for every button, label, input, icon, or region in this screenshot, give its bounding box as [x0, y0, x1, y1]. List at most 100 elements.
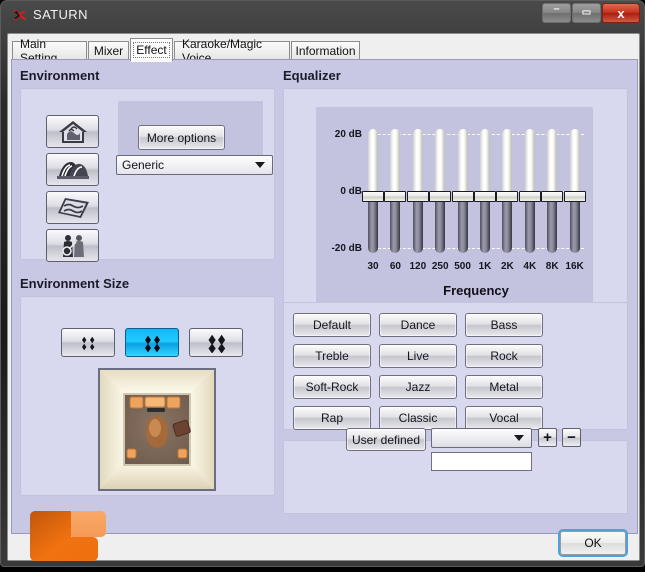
- eq-slider-16K[interactable]: [563, 129, 586, 253]
- size-large-icon: [208, 334, 226, 353]
- eq-slider-track-upper: [412, 129, 423, 196]
- tab-information[interactable]: Information: [291, 41, 360, 60]
- size-small-icon: [82, 336, 95, 350]
- eq-slider-thumb[interactable]: [451, 190, 474, 202]
- eq-slider-8K[interactable]: [541, 129, 564, 253]
- eq-slider-track-upper: [368, 129, 378, 196]
- eq-slider-track-upper: [435, 129, 446, 196]
- tab-strip: Main Setting Mixer Effect Karaoke/Magic Voi…: [11, 37, 638, 65]
- preset-button-default[interactable]: Default: [293, 313, 371, 337]
- preset-button-rap[interactable]: Rap: [293, 406, 371, 430]
- preset-button-treble[interactable]: Treble: [293, 344, 371, 368]
- remove-preset-button[interactable]: −: [562, 428, 581, 447]
- environment-size-small[interactable]: [61, 328, 115, 357]
- eq-freq-label-16K: 16K: [565, 261, 584, 272]
- preset-button-soft-rock[interactable]: Soft-Rock: [293, 375, 371, 399]
- db-label-mid: 0 dB: [340, 186, 362, 197]
- environment-size-large[interactable]: [189, 328, 243, 357]
- eq-slider-thumb[interactable]: [563, 190, 586, 202]
- eq-slider-track-lower: [368, 196, 378, 253]
- window-title: SATURN: [33, 7, 88, 22]
- eq-slider-thumb[interactable]: [384, 190, 407, 202]
- eq-slider-track-lower: [457, 196, 468, 253]
- eq-slider-4K[interactable]: [518, 129, 541, 253]
- eq-slider-track-upper: [502, 129, 513, 196]
- maximize-icon: ▭: [581, 7, 592, 18]
- eq-slider-thumb[interactable]: [429, 190, 452, 202]
- preset-button-rock[interactable]: Rock: [465, 344, 543, 368]
- preset-label: Soft-Rock: [305, 380, 359, 394]
- user-defined-select[interactable]: [431, 428, 532, 448]
- top-down-room-preview: [100, 370, 214, 489]
- preset-buttons-panel: Default Dance Bass Treble Live Rock Soft-Rock J…: [283, 302, 628, 430]
- title-bar: SATURN – ▭ x: [1, 1, 645, 31]
- plus-icon: +: [543, 429, 552, 446]
- eq-slider-thumb[interactable]: [362, 190, 384, 202]
- concert-people-icon: [61, 235, 84, 257]
- eq-slider-60[interactable]: [384, 129, 407, 253]
- eq-slider-track-lower: [412, 196, 423, 253]
- close-button[interactable]: x: [602, 3, 640, 23]
- maximize-button[interactable]: ▭: [572, 3, 601, 23]
- environment-select[interactable]: Generic: [116, 155, 273, 175]
- eq-slider-track-lower: [502, 196, 513, 253]
- db-label-top: 20 dB: [334, 129, 362, 140]
- db-label-bottom: -20 dB: [331, 243, 362, 254]
- eq-slider-thumb[interactable]: [518, 190, 541, 202]
- environment-preset-arena[interactable]: [46, 153, 99, 186]
- frequency-axis-label: Frequency: [443, 283, 509, 298]
- ok-button[interactable]: OK: [560, 531, 626, 555]
- tab-karaoke-magic-voice[interactable]: Karaoke/Magic Voice: [174, 37, 290, 65]
- preset-button-bass[interactable]: Bass: [465, 313, 543, 337]
- eq-slider-250[interactable]: [429, 129, 452, 253]
- eq-slider-track-upper: [457, 129, 468, 196]
- minimize-button[interactable]: –: [542, 3, 571, 23]
- environment-preset-carpet[interactable]: [46, 191, 99, 224]
- eq-slider-30[interactable]: [362, 129, 384, 253]
- environment-size-medium[interactable]: [125, 328, 179, 357]
- preset-label: Vocal: [489, 411, 519, 425]
- eq-slider-thumb[interactable]: [406, 190, 429, 202]
- carpet-plate-icon: [57, 198, 89, 218]
- user-defined-name-input[interactable]: [431, 452, 532, 471]
- eq-slider-thumb[interactable]: [541, 190, 564, 202]
- application-window: SATURN – ▭ x Main Setting Mixer Effect Kara…: [0, 0, 645, 567]
- equalizer-panel: 20 dB 0 dB -20 dB 30 60 120 250 500 1K 2K 4K 8K 1…: [283, 88, 628, 323]
- user-defined-button[interactable]: User defined: [346, 428, 426, 451]
- environment-size-heading: Environment Size: [20, 276, 130, 291]
- preset-button-live[interactable]: Live: [379, 344, 457, 368]
- eq-slider-track-upper: [524, 129, 535, 196]
- preset-button-dance[interactable]: Dance: [379, 313, 457, 337]
- chevron-down-icon: [514, 435, 524, 441]
- eq-slider-2K[interactable]: [496, 129, 519, 253]
- eq-slider-track-upper: [547, 129, 558, 196]
- eq-slider-120[interactable]: [406, 129, 429, 253]
- preset-button-vocal[interactable]: Vocal: [465, 406, 543, 430]
- user-defined-label: User defined: [351, 432, 421, 447]
- tab-main-setting[interactable]: Main Setting: [12, 37, 87, 65]
- preset-button-jazz[interactable]: Jazz: [379, 375, 457, 399]
- tab-effect[interactable]: Effect: [130, 38, 173, 62]
- eq-slider-track-lower: [547, 196, 558, 253]
- tab-label: Information: [295, 43, 356, 58]
- environment-heading: Environment: [20, 68, 100, 83]
- eq-slider-500[interactable]: [451, 129, 474, 253]
- size-medium-icon: [145, 335, 160, 352]
- minimize-icon: –: [553, 3, 560, 15]
- preset-button-metal[interactable]: Metal: [465, 375, 543, 399]
- tab-mixer[interactable]: Mixer: [88, 41, 129, 60]
- eq-slider-thumb[interactable]: [496, 190, 519, 202]
- environment-select-value: Generic: [122, 158, 165, 172]
- more-options-button[interactable]: More options: [138, 125, 225, 150]
- eq-slider-track-lower: [435, 196, 446, 253]
- eq-slider-1K[interactable]: [474, 129, 496, 253]
- preset-label: Rock: [490, 349, 518, 363]
- environment-preset-concert[interactable]: [46, 229, 99, 262]
- add-preset-button[interactable]: +: [538, 428, 557, 447]
- preset-label: Rap: [320, 411, 343, 425]
- preset-button-classic[interactable]: Classic: [379, 406, 457, 430]
- eq-slider-thumb[interactable]: [474, 190, 496, 202]
- more-options-label: More options: [146, 130, 217, 145]
- environment-preset-house[interactable]: [46, 115, 99, 148]
- close-icon: x: [617, 5, 625, 21]
